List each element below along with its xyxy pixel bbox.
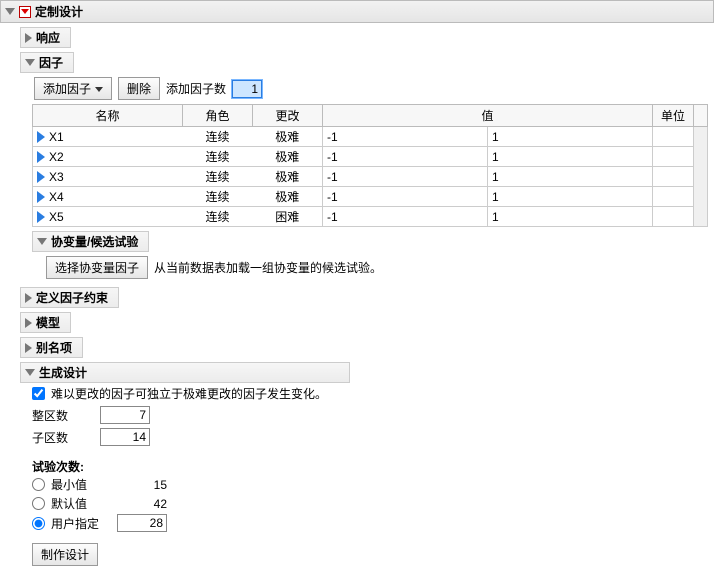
min-radio[interactable] xyxy=(32,478,45,491)
constraints-header[interactable]: 定义因子约束 xyxy=(20,287,119,308)
scrollbar-track[interactable] xyxy=(694,127,708,227)
table-row[interactable]: X2 连续 极难 -1 1 xyxy=(33,147,708,167)
user-radio[interactable] xyxy=(32,517,45,530)
default-label: 默认值 xyxy=(51,495,111,512)
factor-icon xyxy=(37,191,45,203)
chevron-down-icon xyxy=(25,59,35,66)
table-row[interactable]: X3 连续 极难 -1 1 xyxy=(33,167,708,187)
make-design-button[interactable]: 制作设计 xyxy=(32,543,98,566)
user-label: 用户指定 xyxy=(51,515,111,532)
custom-design-title: 定制设计 xyxy=(35,3,83,20)
table-row[interactable]: X5 连续 困难 -1 1 xyxy=(33,207,708,227)
chevron-right-icon xyxy=(25,318,32,328)
add-factor-button[interactable]: 添加因子 xyxy=(34,77,112,100)
chevron-down-icon xyxy=(25,369,35,376)
min-value: 15 xyxy=(117,478,167,492)
factor-icon xyxy=(37,151,45,163)
factors-header[interactable]: 因子 xyxy=(20,52,74,73)
chevron-right-icon xyxy=(25,33,32,43)
factor-icon xyxy=(37,211,45,223)
delete-factor-button[interactable]: 删除 xyxy=(118,77,160,100)
alias-header[interactable]: 别名项 xyxy=(20,337,83,358)
factor-table[interactable]: 名称 角色 更改 值 单位 X1 连续 极难 -1 1 xyxy=(32,104,708,227)
factors-title: 因子 xyxy=(39,54,63,71)
add-count-label: 添加因子数 xyxy=(166,80,226,97)
table-row[interactable]: X4 连续 极难 -1 1 xyxy=(33,187,708,207)
col-role[interactable]: 角色 xyxy=(183,105,253,127)
custom-design-header[interactable]: 定制设计 xyxy=(0,0,714,23)
min-label: 最小值 xyxy=(51,476,111,493)
alias-title: 别名项 xyxy=(36,339,72,356)
chevron-right-icon xyxy=(25,293,32,303)
factor-icon xyxy=(37,171,45,183)
hard-change-label: 难以更改的因子可独立于极难更改的因子发生变化。 xyxy=(51,385,327,402)
default-radio[interactable] xyxy=(32,497,45,510)
whole-plot-input[interactable] xyxy=(100,406,150,424)
constraints-title: 定义因子约束 xyxy=(36,289,108,306)
chevron-right-icon xyxy=(25,343,32,353)
generate-header[interactable]: 生成设计 xyxy=(20,362,350,383)
col-change[interactable]: 更改 xyxy=(253,105,323,127)
generate-title: 生成设计 xyxy=(39,364,87,381)
hard-change-checkbox[interactable] xyxy=(32,387,45,400)
covariate-desc: 从当前数据表加载一组协变量的候选试验。 xyxy=(154,259,382,276)
covariate-header[interactable]: 协变量/候选试验 xyxy=(32,231,149,252)
chevron-down-icon xyxy=(37,238,47,245)
outline-menu-icon[interactable] xyxy=(19,6,31,18)
sub-plot-input[interactable] xyxy=(100,428,150,446)
responses-title: 响应 xyxy=(36,29,60,46)
default-value: 42 xyxy=(117,497,167,511)
chevron-down-icon xyxy=(5,8,15,15)
model-title: 模型 xyxy=(36,314,60,331)
factor-icon xyxy=(37,131,45,143)
scrollbar[interactable] xyxy=(694,105,708,127)
covariate-title: 协变量/候选试验 xyxy=(51,233,138,250)
user-value-input[interactable] xyxy=(117,514,167,532)
add-count-input[interactable] xyxy=(232,80,262,98)
trials-header: 试验次数: xyxy=(32,458,708,475)
select-covariate-button[interactable]: 选择协变量因子 xyxy=(46,256,148,279)
model-header[interactable]: 模型 xyxy=(20,312,71,333)
col-name[interactable]: 名称 xyxy=(33,105,183,127)
whole-plot-label: 整区数 xyxy=(32,407,92,424)
responses-header[interactable]: 响应 xyxy=(20,27,71,48)
table-row[interactable]: X1 连续 极难 -1 1 xyxy=(33,127,708,147)
sub-plot-label: 子区数 xyxy=(32,429,92,446)
col-value[interactable]: 值 xyxy=(323,105,653,127)
col-unit[interactable]: 单位 xyxy=(653,105,694,127)
